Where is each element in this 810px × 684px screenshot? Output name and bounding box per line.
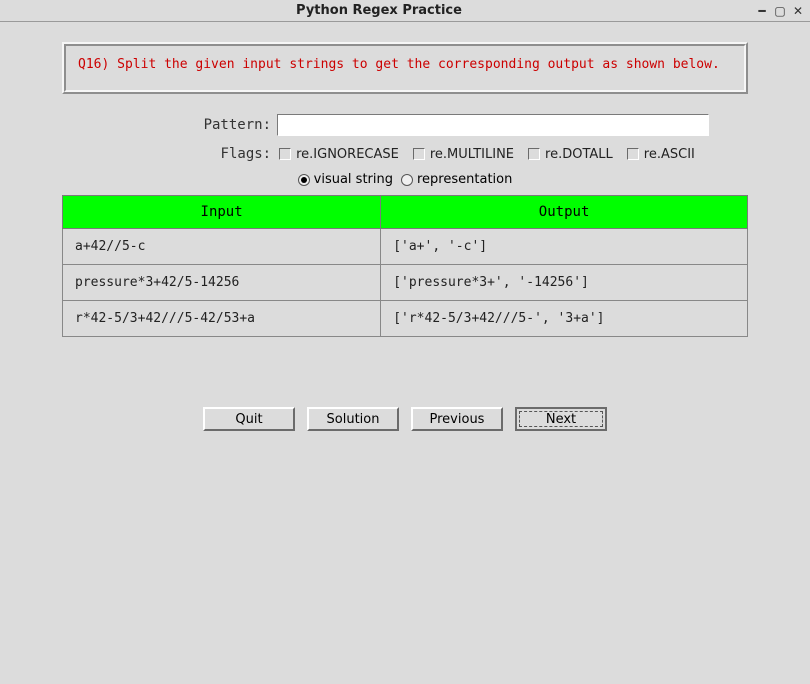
window-controls: ━ ▢ ✕ [754, 4, 806, 18]
titlebar: Python Regex Practice ━ ▢ ✕ [0, 0, 810, 22]
pattern-row: Pattern: [22, 114, 788, 136]
solution-button[interactable]: Solution [307, 407, 399, 431]
radio-icon [401, 174, 413, 186]
pattern-input[interactable] [277, 114, 709, 136]
radio-representation[interactable]: representation [401, 172, 512, 187]
window-client: Q16) Split the given input strings to ge… [0, 22, 810, 684]
flags-row: Flags: re.IGNORECASE re.MULTILINE re.DOT… [22, 146, 788, 162]
flag-label: re.DOTALL [545, 147, 613, 162]
table-row: pressure*3+42/5-14256 ['pressure*3+', '-… [63, 265, 748, 301]
table-row: r*42-5/3+42///5-42/53+a ['r*42-5/3+42///… [63, 301, 748, 337]
flag-label: re.ASCII [644, 147, 695, 162]
col-header-input: Input [63, 196, 381, 229]
table-row: a+42//5-c ['a+', '-c'] [63, 229, 748, 265]
cell-input: r*42-5/3+42///5-42/53+a [63, 301, 381, 337]
col-header-output: Output [381, 196, 748, 229]
checkbox-icon [627, 148, 639, 160]
question-frame-inner: Q16) Split the given input strings to ge… [64, 44, 746, 92]
checkbox-icon [279, 148, 291, 160]
flag-multiline[interactable]: re.MULTILINE [413, 147, 514, 162]
io-table: Input Output a+42//5-c ['a+', '-c'] pres… [62, 195, 748, 337]
minimize-icon[interactable]: ━ [754, 4, 770, 18]
button-row: Quit Solution Previous Next [22, 407, 788, 431]
next-button[interactable]: Next [515, 407, 607, 431]
checkbox-icon [413, 148, 425, 160]
quit-button[interactable]: Quit [203, 407, 295, 431]
window-title: Python Regex Practice [4, 3, 754, 18]
cell-output: ['r*42-5/3+42///5-', '3+a'] [381, 301, 748, 337]
flag-dotall[interactable]: re.DOTALL [528, 147, 613, 162]
previous-button[interactable]: Previous [411, 407, 503, 431]
question-text: Q16) Split the given input strings to ge… [78, 56, 732, 74]
cell-input: a+42//5-c [63, 229, 381, 265]
cell-output: ['a+', '-c'] [381, 229, 748, 265]
radio-label: visual string [314, 172, 393, 187]
maximize-icon[interactable]: ▢ [772, 4, 788, 18]
flags-label: Flags: [101, 146, 271, 162]
flag-ignorecase[interactable]: re.IGNORECASE [279, 147, 399, 162]
close-icon[interactable]: ✕ [790, 4, 806, 18]
radio-label: representation [417, 172, 512, 187]
checkbox-icon [528, 148, 540, 160]
io-table-wrap: Input Output a+42//5-c ['a+', '-c'] pres… [62, 195, 748, 337]
question-frame: Q16) Split the given input strings to ge… [62, 42, 748, 94]
flag-ascii[interactable]: re.ASCII [627, 147, 695, 162]
radio-icon [298, 174, 310, 186]
view-mode-row: visual string representation [22, 172, 788, 187]
flag-label: re.MULTILINE [430, 147, 514, 162]
pattern-label: Pattern: [101, 117, 271, 133]
cell-output: ['pressure*3+', '-14256'] [381, 265, 748, 301]
flag-label: re.IGNORECASE [296, 147, 399, 162]
cell-input: pressure*3+42/5-14256 [63, 265, 381, 301]
radio-visual-string[interactable]: visual string [298, 172, 393, 187]
